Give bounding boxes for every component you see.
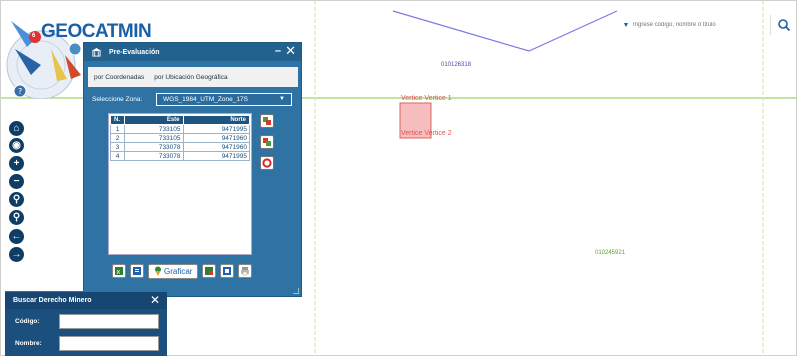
close-button[interactable]: ✕ (285, 43, 296, 59)
back-button[interactable]: ← (9, 229, 24, 244)
zona-value: WGS_1984_UTM_Zone_17S (163, 95, 248, 103)
locate-icon: ◉ (12, 140, 21, 151)
export-doc-button[interactable] (130, 264, 144, 278)
svg-text:x: x (116, 268, 120, 276)
map-viewer[interactable]: 010126318 010245921 Vertice Vertice 1 Ve… (0, 0, 797, 356)
zona-select[interactable]: WGS_1984_UTM_Zone_17S ▼ (156, 92, 292, 106)
zona-label: Seleccione Zona: (92, 95, 143, 103)
nombre-label: Nombre: (15, 340, 42, 347)
import-doc-button[interactable] (220, 264, 235, 278)
parcel-code-right: 010245921 (595, 250, 626, 256)
cell-norte[interactable]: 9471995 (182, 124, 251, 134)
vertex-label-1: Vertice Vertice 1 (401, 95, 452, 102)
export-excel-button[interactable]: x (112, 264, 126, 278)
close-button[interactable]: ✕ (150, 293, 160, 307)
resize-handle[interactable] (293, 288, 299, 294)
zona-row: Seleccione Zona: WGS_1984_UTM_Zone_17S ▼ (88, 91, 298, 107)
search-input[interactable] (633, 22, 767, 28)
cell-n[interactable]: 3 (110, 142, 125, 152)
header-n: N. (110, 115, 125, 125)
buscar-header: Buscar Derecho Minero (5, 292, 167, 309)
delete-vertex-button[interactable] (260, 156, 274, 170)
logo-title: GEOCATMIN (41, 21, 152, 42)
table-import-icon (205, 267, 214, 275)
table-row[interactable]: 3 733078 9471960 (110, 142, 251, 152)
claim-boundary (392, 10, 618, 52)
table-header-row: N. Este Norte (110, 115, 251, 125)
coordinates-grid: N. Este Norte 1 733105 9471995 2 733105 94719… (108, 113, 252, 255)
edit-vertex-button[interactable] (260, 135, 274, 149)
panel-header[interactable]: Pre-Evaluación (84, 43, 301, 61)
table-row[interactable]: 4 733078 9471995 (110, 151, 251, 161)
search-bar: ▼ (619, 15, 771, 35)
panel-title: Pre-Evaluación (109, 48, 160, 56)
table-row[interactable]: 1 733105 9471995 (110, 124, 251, 134)
panel-footer: x Graficar (112, 263, 253, 279)
pin-icon (155, 266, 161, 276)
zoom-in-icon: + (13, 158, 20, 169)
cell-norte[interactable]: 9471960 (182, 142, 251, 152)
cell-este[interactable]: 733078 (124, 142, 184, 152)
panel-tabs: por Coordenadas por Ubicación Geográfica (88, 67, 298, 87)
cell-norte[interactable]: 9471995 (182, 151, 251, 161)
header-este: Este (124, 115, 184, 125)
add-vertex-button[interactable] (260, 114, 274, 128)
cell-este[interactable]: 733078 (124, 151, 184, 161)
pre-evaluacion-panel: Pre-Evaluación – ✕ por Coordenadas por U… (83, 42, 302, 297)
document-icon (133, 267, 141, 275)
zoom-out-icon: − (13, 176, 20, 187)
notification-badge: 6 (32, 33, 36, 39)
cell-norte[interactable]: 9471960 (182, 133, 251, 143)
cell-este[interactable]: 733105 (124, 133, 184, 143)
tab-por-coordenadas[interactable]: por Coordenadas (94, 74, 144, 81)
cell-este[interactable]: 733105 (124, 124, 184, 134)
codigo-row: Código: (5, 314, 167, 329)
nombre-input[interactable] (59, 336, 159, 351)
cell-n[interactable]: 4 (110, 151, 125, 161)
parcel-code-top: 010126318 (441, 62, 472, 68)
forward-button[interactable]: → (9, 247, 24, 262)
buscar-derecho-minero-panel: Buscar Derecho Minero ✕ Código: Nombre: (5, 291, 167, 356)
codigo-input[interactable] (59, 314, 159, 329)
cell-n[interactable]: 1 (110, 124, 125, 134)
tab-por-ubicacion-geografica[interactable]: por Ubicación Geográfica (154, 74, 227, 81)
building-icon (92, 47, 101, 57)
buscar-title: Buscar Derecho Minero (13, 297, 92, 304)
chevron-down-icon: ▼ (279, 96, 285, 102)
zoom-box-in-button[interactable]: ⚲ (9, 192, 24, 207)
back-icon: ← (11, 231, 22, 242)
zoom-box-in-icon: ⚲ (12, 194, 21, 205)
zoom-box-out-icon: ⚲ (12, 212, 21, 223)
add-point-icon (263, 117, 271, 125)
cell-n[interactable]: 2 (110, 133, 125, 143)
print-icon (241, 267, 250, 276)
nombre-row: Nombre: (5, 336, 167, 351)
zoom-in-button[interactable]: + (9, 156, 24, 171)
graficar-button[interactable]: Graficar (148, 263, 199, 279)
graficar-label: Graficar (164, 266, 193, 276)
zoom-out-button[interactable]: − (9, 174, 24, 189)
print-button[interactable] (238, 264, 253, 278)
zoom-box-out-button[interactable]: ⚲ (9, 210, 24, 225)
locate-button[interactable]: ◉ (9, 138, 24, 153)
forward-icon: → (11, 249, 22, 260)
file-icon (223, 267, 232, 275)
excel-icon: x (115, 267, 123, 276)
header-norte: Norte (182, 115, 251, 125)
edit-point-icon (263, 138, 271, 146)
table-row[interactable]: 2 733105 9471960 (110, 133, 251, 143)
coordinates-table: N. Este Norte 1 733105 9471995 2 733105 94719… (110, 115, 251, 161)
minimize-button[interactable]: – (275, 45, 281, 57)
home-button[interactable]: ⌂ (9, 121, 24, 136)
codigo-label: Código: (15, 318, 40, 325)
svg-text:?: ? (18, 87, 22, 96)
search-dropdown-icon[interactable]: ▼ (619, 22, 633, 29)
vertex-label-2: Vertice Vertice 2 (401, 130, 452, 137)
delete-icon (262, 158, 272, 168)
search-icon[interactable] (777, 18, 791, 32)
home-icon: ⌂ (13, 123, 20, 134)
import-excel-button[interactable] (202, 264, 217, 278)
